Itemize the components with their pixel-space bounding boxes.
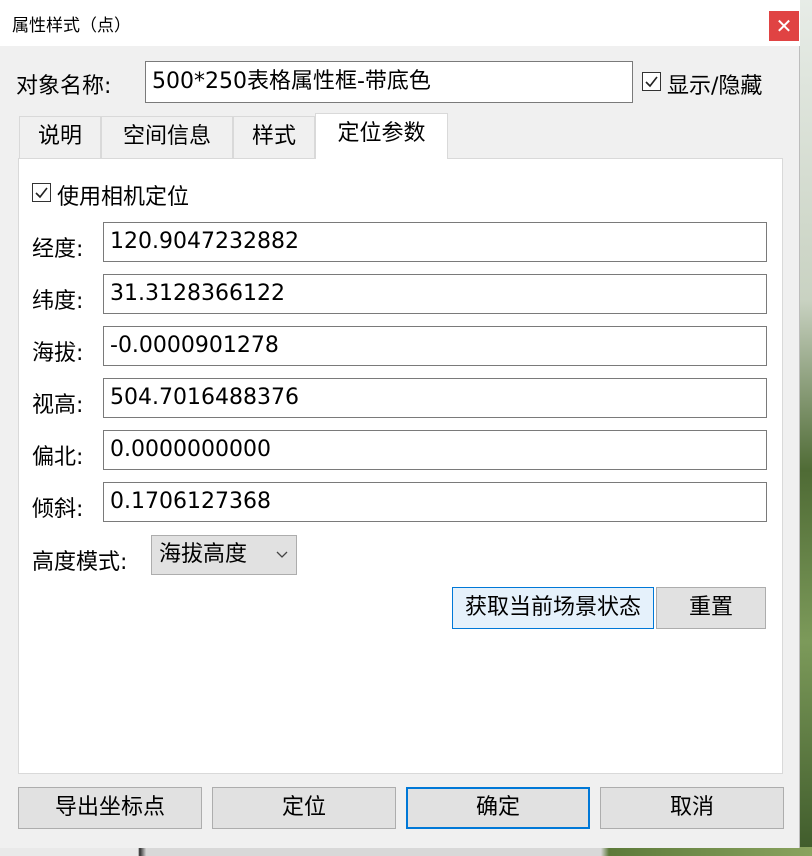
close-button[interactable]: ✕: [769, 11, 799, 41]
elevation-label: 海拔:: [32, 341, 84, 366]
tab-style[interactable]: 样式: [233, 116, 315, 158]
use-camera-label: 使用相机定位: [57, 185, 190, 210]
ok-button[interactable]: 确定: [406, 787, 590, 829]
altitude-mode-select[interactable]: 海拔高度: [151, 535, 297, 575]
use-camera-checkbox[interactable]: [32, 183, 51, 202]
heading-input[interactable]: 0.0000000000: [103, 430, 767, 470]
tilt-input[interactable]: 0.1706127368: [103, 482, 767, 522]
checkmark-icon: [645, 76, 658, 88]
object-name-input[interactable]: 500*250表格属性框-带底色: [145, 61, 633, 103]
tab-spatial-info[interactable]: 空间信息: [101, 116, 233, 158]
reset-button[interactable]: 重置: [656, 587, 766, 629]
tilt-label: 倾斜:: [32, 497, 84, 522]
properties-dialog: 属性样式（点） ✕ 对象名称: 500*250表格属性框-带底色 显示/隐藏 说…: [0, 0, 800, 848]
tab-description[interactable]: 说明: [19, 116, 101, 158]
object-name-label: 对象名称:: [16, 74, 112, 99]
latitude-label: 纬度:: [32, 289, 84, 314]
longitude-label: 经度:: [32, 237, 84, 262]
show-hide-label: 显示/隐藏: [667, 74, 763, 99]
checkmark-icon: [35, 187, 48, 199]
latitude-input[interactable]: 31.3128366122: [103, 274, 767, 314]
close-icon: ✕: [775, 14, 793, 38]
get-scene-state-button[interactable]: 获取当前场景状态: [452, 587, 654, 629]
desktop-background: [800, 0, 812, 856]
cancel-button[interactable]: 取消: [600, 787, 784, 829]
locate-button[interactable]: 定位: [212, 787, 396, 829]
heading-label: 偏北:: [32, 445, 84, 470]
taskbar-edge: [0, 847, 812, 856]
altitude-mode-label: 高度模式:: [32, 550, 128, 575]
altitude-mode-value: 海拔高度: [159, 542, 248, 567]
elevation-input[interactable]: -0.0000901278: [103, 326, 767, 366]
chevron-down-icon: [276, 536, 288, 588]
title-bar: 属性样式（点） ✕: [0, 0, 800, 46]
tab-positioning[interactable]: 定位参数: [315, 113, 448, 159]
export-coordinates-button[interactable]: 导出坐标点: [18, 787, 202, 829]
view-height-input[interactable]: 504.7016488376: [103, 378, 767, 418]
longitude-input[interactable]: 120.9047232882: [103, 222, 767, 262]
window-title: 属性样式（点）: [12, 16, 131, 36]
view-height-label: 视高:: [32, 393, 84, 418]
show-hide-checkbox[interactable]: [642, 72, 661, 91]
